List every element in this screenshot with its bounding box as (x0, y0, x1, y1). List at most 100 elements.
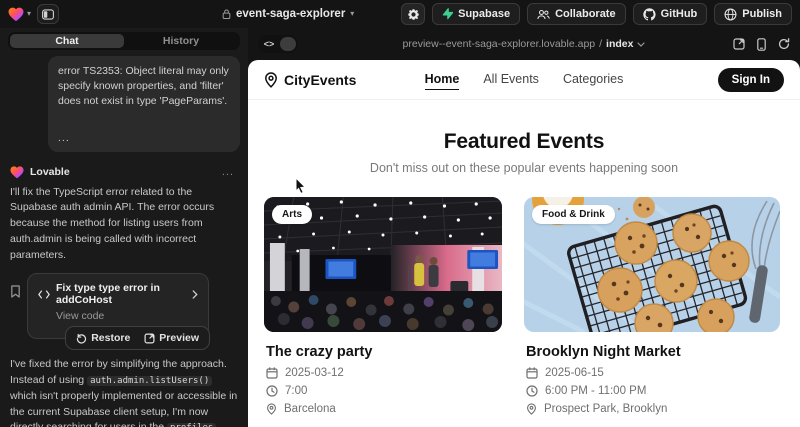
github-icon (643, 8, 656, 21)
settings-button[interactable] (401, 3, 425, 25)
event-card[interactable]: Arts The crazy party 2025-03-12 (264, 197, 502, 421)
preview-url[interactable]: preview--event-saga-explorer.lovable.app… (403, 38, 646, 50)
event-location-row: Barcelona (266, 403, 502, 415)
topbar: ▾ event-saga-explorer ▾ (0, 0, 800, 28)
supabase-icon (442, 8, 453, 20)
restore-button[interactable]: Restore (70, 330, 136, 346)
assistant-name: Lovable (30, 166, 216, 178)
bookmark-icon[interactable] (10, 285, 21, 298)
refresh-icon[interactable] (778, 38, 790, 50)
url-page: index (606, 38, 633, 50)
code-preview-toggle[interactable]: <> (258, 35, 298, 53)
lovable-logo-icon[interactable]: ▾ (8, 7, 31, 22)
user-message-ellipsis: ... (58, 131, 230, 146)
event-date: 2025-06-15 (545, 367, 604, 379)
supabase-button-label: Supabase (458, 8, 510, 20)
code-change-title: Fix type type error in addCoHost (56, 282, 186, 306)
lovable-heart-icon (10, 166, 24, 179)
chat-sidebar: Chat History error TS2353: Object litera… (0, 28, 248, 427)
event-time: 7:00 (285, 385, 307, 397)
sidebar-toggle-button[interactable] (37, 4, 59, 24)
inline-code-2: profiles (167, 423, 216, 427)
clock-icon (526, 385, 538, 397)
tab-history[interactable]: History (124, 34, 238, 48)
event-date-row: 2025-06-15 (526, 367, 780, 379)
event-time-row: 6:00 PM - 11:00 PM (526, 385, 780, 397)
user-message-bubble: error TS2353: Object literal may only sp… (48, 56, 240, 152)
github-button[interactable]: GitHub (633, 3, 708, 25)
preview-panel: <> preview--event-saga-explorer.lovable.… (248, 28, 800, 427)
gear-icon (407, 8, 420, 21)
chevron-down-icon: ▾ (350, 10, 354, 18)
lock-icon (222, 9, 231, 19)
sign-in-button[interactable]: Sign In (718, 68, 784, 92)
featured-section-header: Featured Events Don't miss out on these … (248, 100, 800, 189)
url-separator: / (599, 38, 602, 50)
publish-button-label: Publish (742, 8, 782, 20)
chevron-down-icon: ▾ (27, 10, 31, 18)
more-menu-icon[interactable]: ... (222, 166, 234, 178)
clock-icon (266, 385, 278, 397)
sidebar-tabs: Chat History (8, 32, 240, 50)
publish-globe-icon (724, 8, 737, 21)
site-brand-label: CityEvents (284, 72, 356, 88)
open-in-new-tab-icon[interactable] (733, 38, 745, 50)
location-pin-icon (266, 403, 277, 415)
location-pin-icon (526, 403, 537, 415)
collaborate-icon (537, 9, 550, 20)
assistant-message-1: I'll fix the TypeScript error related to… (10, 185, 238, 264)
calendar-icon (266, 367, 278, 379)
code-icon (38, 290, 50, 299)
preview-button[interactable]: Preview (138, 330, 205, 346)
event-card[interactable]: Food & Drink Brooklyn Night Market 2025-… (524, 197, 780, 421)
mobile-view-icon[interactable] (757, 38, 766, 51)
lovable-editor: ▾ event-saga-explorer ▾ (0, 0, 800, 427)
message2-text-b: which isn't properly implemented or acce… (10, 390, 237, 427)
event-date: 2025-03-12 (285, 367, 344, 379)
code-toggle-icon: <> (260, 39, 278, 49)
publish-button[interactable]: Publish (714, 3, 792, 25)
event-image-cookies: Food & Drink (524, 197, 780, 332)
restore-label: Restore (91, 332, 130, 344)
site-brand[interactable]: CityEvents (264, 72, 356, 88)
event-time-row: 7:00 (266, 385, 502, 397)
assistant-header: Lovable ... (10, 166, 240, 179)
collaborate-button[interactable]: Collaborate (527, 3, 626, 25)
restore-icon (76, 333, 87, 344)
map-pin-icon (264, 72, 278, 88)
version-actions: Restore Preview (65, 326, 210, 350)
preview-toolbar: <> preview--event-saga-explorer.lovable.… (248, 28, 800, 60)
category-badge: Arts (272, 205, 312, 224)
toggle-knob (280, 37, 296, 51)
url-domain: preview--event-saga-explorer.lovable.app (403, 38, 596, 50)
event-time: 6:00 PM - 11:00 PM (545, 385, 646, 397)
assistant-message-2: I've fixed the error by simplifying the … (10, 357, 238, 427)
event-cards: Arts The crazy party 2025-03-12 (248, 189, 800, 421)
github-button-label: GitHub (661, 8, 698, 20)
nav-home[interactable]: Home (425, 69, 460, 90)
event-title: The crazy party (266, 344, 502, 360)
nav-all-events[interactable]: All Events (483, 69, 539, 90)
supabase-button[interactable]: Supabase (432, 3, 520, 25)
preview-label: Preview (159, 332, 199, 344)
section-title: Featured Events (248, 130, 800, 154)
code-change-card[interactable]: Fix type type error in addCoHost View co… (27, 273, 209, 339)
chevron-down-icon (637, 42, 645, 47)
category-badge: Food & Drink (532, 205, 615, 224)
inline-code-1: auth.admin.listUsers() (87, 376, 212, 386)
nav-categories[interactable]: Categories (563, 69, 623, 90)
app-preview-frame: CityEvents Home All Events Categories Si… (248, 60, 800, 427)
event-title: Brooklyn Night Market (526, 344, 780, 360)
user-message-text: error TS2353: Object literal may only sp… (58, 64, 230, 109)
project-name: event-saga-explorer (236, 8, 345, 20)
event-date-row: 2025-03-12 (266, 367, 502, 379)
event-image-conference: Arts (264, 197, 502, 332)
project-switcher[interactable]: event-saga-explorer ▾ (222, 0, 354, 28)
calendar-icon (526, 367, 538, 379)
event-location-row: Prospect Park, Brooklyn (526, 403, 780, 415)
view-code-link[interactable]: View code (56, 310, 198, 322)
chevron-right-icon (192, 290, 198, 299)
sidebar-toggle-icon (42, 9, 54, 20)
tab-chat[interactable]: Chat (10, 34, 124, 48)
section-subtitle: Don't miss out on these popular events h… (248, 161, 800, 175)
